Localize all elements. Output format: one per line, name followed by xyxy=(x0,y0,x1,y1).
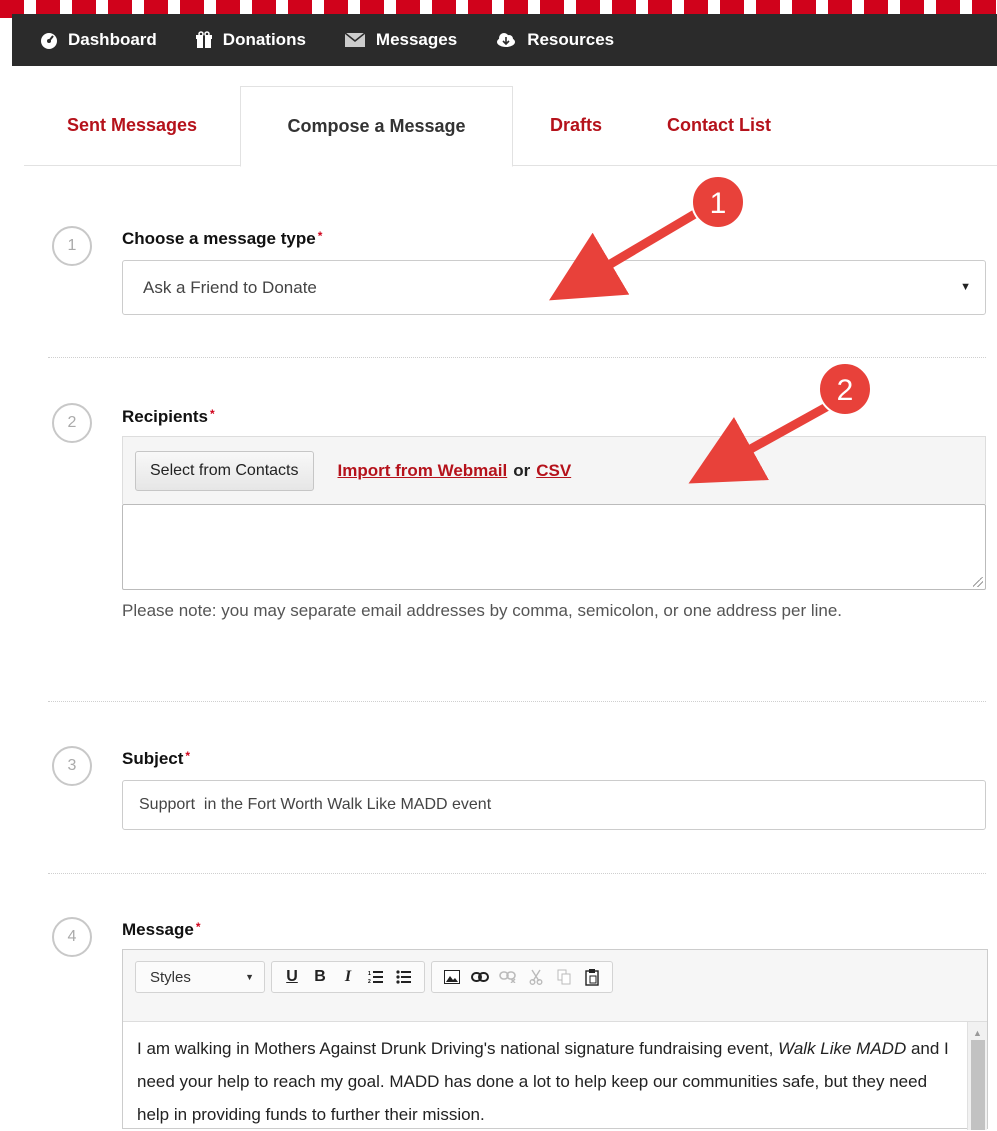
scrollbar-thumb[interactable] xyxy=(971,1040,985,1130)
message-label-text: Message xyxy=(122,920,194,939)
recipients-textarea[interactable] xyxy=(122,504,986,590)
nav-messages[interactable]: Messages xyxy=(344,30,457,50)
nav-dashboard[interactable]: Dashboard xyxy=(40,30,157,50)
nav-resources-label: Resources xyxy=(527,30,615,49)
step-number-4: 4 xyxy=(52,917,92,957)
subject-label-text: Subject xyxy=(122,749,184,768)
image-icon xyxy=(444,970,460,984)
tab-contact-list[interactable]: Contact List xyxy=(639,86,799,165)
cut-button[interactable] xyxy=(522,965,550,989)
message-tabs: Sent Messages Compose a Message Drafts C… xyxy=(24,86,997,167)
chevron-down-icon: ▼ xyxy=(245,972,254,982)
svg-text:2: 2 xyxy=(368,979,371,984)
section-divider xyxy=(48,357,986,358)
italic-button[interactable]: I xyxy=(334,965,362,989)
tab-compose-message[interactable]: Compose a Message xyxy=(240,86,513,167)
message-editor: Styles ▼ U B I 12 I am walking in Mother… xyxy=(122,949,988,1131)
import-from-webmail-link[interactable]: Import from Webmail xyxy=(338,461,508,481)
editor-toolbar: Styles ▼ U B I 12 xyxy=(123,950,987,1022)
callout-badge-2 xyxy=(818,362,872,416)
required-marker: * xyxy=(195,920,201,934)
message-type-label-text: Choose a message type xyxy=(122,229,316,248)
message-type-value: Ask a Friend to Donate xyxy=(143,277,317,297)
nav-resources[interactable]: Resources xyxy=(495,30,614,50)
nav-messages-label: Messages xyxy=(375,30,458,49)
nav-donations-label: Donations xyxy=(222,30,306,49)
recipients-label: Recipients * xyxy=(122,407,215,427)
numbered-list-icon: 12 xyxy=(368,971,383,984)
subject-value: Support in the Fort Worth Walk Like MADD… xyxy=(139,796,492,813)
step-number-2: 2 xyxy=(52,403,92,443)
gift-icon xyxy=(195,31,212,48)
copy-icon xyxy=(557,969,571,985)
numbered-list-button[interactable]: 12 xyxy=(362,965,390,989)
step-number-3: 3 xyxy=(52,746,92,786)
step-number-1: 1 xyxy=(52,226,92,266)
cloud-download-icon xyxy=(497,33,516,47)
message-type-label: Choose a message type * xyxy=(122,229,322,249)
recipients-help-note: Please note: you may separate email addr… xyxy=(122,601,843,620)
required-marker: * xyxy=(317,229,323,243)
callout-number-2: 2 xyxy=(837,374,854,407)
message-body-event-name: Walk Like MADD xyxy=(778,1039,907,1058)
tab-drafts[interactable]: Drafts xyxy=(513,86,639,165)
callout-badge-1 xyxy=(691,175,745,229)
required-marker: * xyxy=(185,749,191,763)
message-label: Message * xyxy=(122,920,201,940)
scissors-icon xyxy=(529,969,543,985)
bulleted-list-button[interactable] xyxy=(390,965,418,989)
insert-link-button[interactable] xyxy=(466,965,494,989)
bulleted-list-icon xyxy=(396,970,411,984)
scroll-up-icon[interactable]: ▲ xyxy=(973,1028,982,1038)
resize-grip-icon[interactable] xyxy=(973,577,983,587)
message-body[interactable]: I am walking in Mothers Against Drunk Dr… xyxy=(137,1032,955,1131)
clipboard-icon xyxy=(585,969,599,986)
copy-button[interactable] xyxy=(550,965,578,989)
subject-label: Subject * xyxy=(122,749,190,769)
callout-number-1: 1 xyxy=(710,187,727,220)
subject-input[interactable]: Support in the Fort Worth Walk Like MADD… xyxy=(122,780,986,830)
bold-button[interactable]: B xyxy=(306,965,334,989)
recipients-label-text: Recipients xyxy=(122,407,208,426)
unlink-icon xyxy=(499,971,516,983)
message-type-select[interactable]: Ask a Friend to Donate ▼ xyxy=(122,260,986,315)
message-body-text-1: I am walking in Mothers Against Drunk Dr… xyxy=(137,1039,779,1058)
section-divider xyxy=(48,873,986,874)
unlink-button[interactable] xyxy=(494,965,522,989)
styles-label: Styles xyxy=(150,968,191,986)
paste-button[interactable] xyxy=(578,965,606,989)
section-divider xyxy=(48,701,986,702)
editor-scrollbar[interactable]: ▲ xyxy=(967,1022,987,1130)
insert-button-group xyxy=(431,961,613,993)
nav-dashboard-label: Dashboard xyxy=(68,30,157,49)
recipients-import-bar: Select from Contacts Import from Webmail… xyxy=(122,436,986,504)
dropdown-caret-icon: ▼ xyxy=(960,281,971,293)
nav-donations[interactable]: Donations xyxy=(195,30,306,50)
link-icon xyxy=(471,972,489,982)
tab-sent-messages[interactable]: Sent Messages xyxy=(24,86,240,165)
csv-link[interactable]: CSV xyxy=(536,461,571,481)
format-button-group: U B I 12 xyxy=(271,961,425,993)
or-text: or xyxy=(513,460,531,480)
underline-button[interactable]: U xyxy=(278,965,306,989)
svg-text:1: 1 xyxy=(368,971,371,977)
envelope-icon xyxy=(344,32,366,47)
insert-image-button[interactable] xyxy=(438,965,466,989)
dashboard-icon xyxy=(41,33,57,49)
styles-dropdown[interactable]: Styles ▼ xyxy=(135,961,265,993)
required-marker: * xyxy=(209,407,215,421)
select-from-contacts-button[interactable]: Select from Contacts xyxy=(135,450,314,491)
top-navigation: Dashboard Donations Messages Resources xyxy=(12,14,997,66)
